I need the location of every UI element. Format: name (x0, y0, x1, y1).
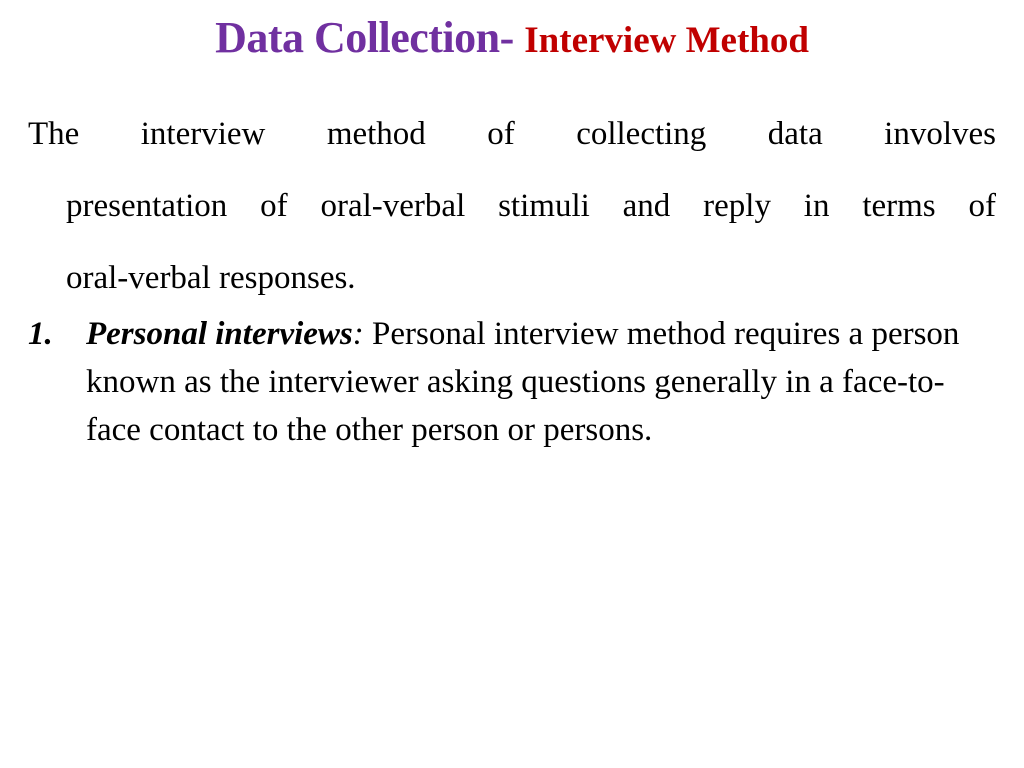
numbered-list: 1. Personal interviews: Personal intervi… (28, 310, 996, 454)
slide-title: Data Collection- Interview Method (0, 8, 1024, 78)
intro-line-2: presentation of oral-verbal stimuli and … (66, 188, 996, 224)
list-item: 1. Personal interviews: Personal intervi… (28, 310, 996, 454)
intro-line-1: The interview method of collecting data … (28, 116, 996, 152)
list-item-number: 1. (28, 316, 53, 352)
intro-line-3: oral-verbal responses. (66, 260, 356, 296)
intro-paragraph: The interview method of collecting data … (28, 98, 996, 314)
list-item-term: Personal interviews (86, 316, 353, 352)
list-item-separator: : (352, 316, 364, 352)
title-main: Data Collection- (215, 13, 525, 62)
title-subtitle: Interview Method (524, 20, 809, 61)
